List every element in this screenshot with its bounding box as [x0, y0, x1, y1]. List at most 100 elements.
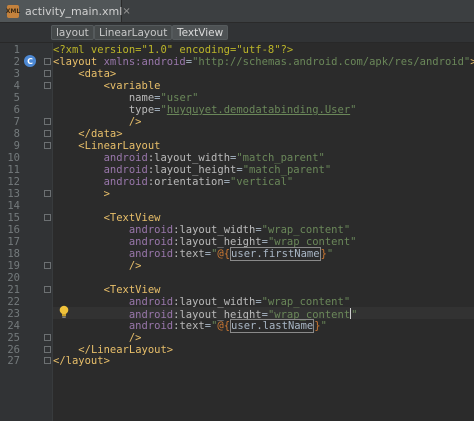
code-line[interactable]: />: [53, 332, 142, 344]
code-token: <?xml version="1.0" encoding="utf-8"?>: [53, 44, 294, 56]
code-line[interactable]: />: [53, 260, 142, 272]
code-line[interactable]: />: [53, 116, 142, 128]
fold-marker-icon[interactable]: [44, 333, 51, 341]
code-token: <TextView: [103, 283, 161, 296]
breadcrumb-textview[interactable]: TextView: [172, 25, 229, 40]
line-number: 24: [7, 319, 20, 332]
code-token: ": [351, 308, 358, 321]
code-line[interactable]: <TextView: [53, 211, 161, 224]
line-number: 14: [7, 199, 20, 212]
code-line[interactable]: android:layout_width="wrap_content": [53, 296, 350, 308]
line-number: 2: [13, 55, 20, 68]
fold-marker-icon[interactable]: [44, 261, 51, 269]
code-token: </layout>: [53, 355, 110, 368]
close-icon[interactable]: ×: [122, 6, 130, 17]
code-token: type: [128, 103, 155, 116]
code-token: android: [103, 151, 148, 164]
code-line[interactable]: <layout xmlns:android="http://schemas.an…: [53, 56, 474, 68]
tab-label: activity_main.xml: [25, 4, 123, 18]
code-line[interactable]: type="huyquyet.demodatabinding.User": [53, 103, 357, 116]
code-token: android: [103, 175, 148, 188]
fold-marker-icon[interactable]: [44, 141, 51, 149]
fold-marker-icon[interactable]: [44, 129, 51, 137]
code-line[interactable]: <LinearLayout: [53, 140, 160, 152]
line-number: 5: [13, 91, 20, 104]
code-token: ": [350, 103, 357, 116]
fold-marker-icon[interactable]: [44, 69, 51, 77]
code-token: <TextView: [103, 211, 161, 224]
code-line[interactable]: <variable: [53, 80, 161, 92]
code-token: :layout_width: [173, 223, 256, 236]
breadcrumb-layout[interactable]: layout: [51, 25, 94, 40]
line-number: 10: [7, 151, 20, 164]
code-line[interactable]: android:layout_height="match_parent": [53, 163, 332, 176]
fold-marker-icon[interactable]: [44, 81, 51, 89]
code-token: :layout_width: [147, 151, 231, 164]
code-token: huyquyet.demodatabinding.User: [166, 103, 351, 116]
code-token: >: [470, 55, 474, 68]
code-line[interactable]: android:layout_height="wrap_content": [53, 307, 358, 321]
line-number: 15: [7, 211, 20, 224]
code-line[interactable]: >: [53, 188, 110, 200]
code-token: <LinearLayout: [78, 139, 161, 152]
line-number: 1: [13, 44, 20, 56]
code-token: user.firstName: [230, 246, 321, 261]
code-line[interactable]: android:text="@{user.firstName}": [53, 246, 333, 261]
line-number: 8: [13, 127, 20, 140]
line-number: 7: [13, 115, 20, 128]
code-token: ": [320, 319, 327, 332]
code-token: "match_parent": [242, 163, 332, 176]
code-line[interactable]: android:layout_width="wrap_content": [53, 224, 350, 236]
code-token: android: [103, 163, 148, 176]
code-line[interactable]: </layout>: [53, 355, 110, 367]
code-line[interactable]: android:orientation="vertical": [53, 175, 294, 188]
code-line[interactable]: android:layout_height="wrap_content": [53, 235, 357, 248]
code-token: name: [128, 91, 155, 104]
code-line[interactable]: </data>: [53, 128, 122, 140]
code-line[interactable]: <TextView: [53, 283, 161, 296]
fold-marker-icon[interactable]: [44, 357, 51, 365]
tab-activity-main-xml[interactable]: XML activity_main.xml ×: [0, 0, 131, 22]
override-icon[interactable]: C: [24, 55, 36, 67]
line-number: 20: [7, 271, 20, 284]
code-token: android: [128, 235, 174, 248]
code-token: <data>: [78, 67, 117, 80]
line-number: 17: [7, 235, 20, 248]
fold-marker-icon[interactable]: [44, 285, 51, 293]
code-line[interactable]: <data>: [53, 68, 116, 80]
code-line[interactable]: android:layout_width="match_parent": [53, 152, 325, 164]
code-line[interactable]: android:text="@{user.lastName}": [53, 318, 327, 333]
fold-marker-icon[interactable]: [44, 213, 51, 221]
fold-marker-icon[interactable]: [44, 117, 51, 125]
code-token: :layout_width: [173, 295, 256, 308]
code-token: <layout: [53, 55, 104, 68]
code-token: </LinearLayout>: [78, 343, 174, 356]
code-token: "wrap_content": [261, 223, 351, 236]
code-token: :text: [173, 247, 205, 260]
code-line[interactable]: <?xml version="1.0" encoding="utf-8"?>: [53, 44, 293, 56]
code-line[interactable]: </LinearLayout>: [53, 344, 173, 356]
line-number: 3: [13, 67, 20, 80]
line-number: 11: [7, 163, 20, 176]
breadcrumb-linearlayout[interactable]: LinearLayout: [94, 25, 173, 40]
code-line[interactable]: name="user": [53, 91, 199, 104]
line-number: 12: [7, 175, 20, 188]
code-token: android: [128, 247, 174, 260]
fold-marker-icon[interactable]: [44, 345, 51, 353]
fold-marker-icon[interactable]: [44, 57, 51, 65]
line-number: 6: [13, 103, 20, 116]
line-number: 26: [7, 343, 20, 356]
fold-marker-icon[interactable]: [44, 189, 51, 197]
